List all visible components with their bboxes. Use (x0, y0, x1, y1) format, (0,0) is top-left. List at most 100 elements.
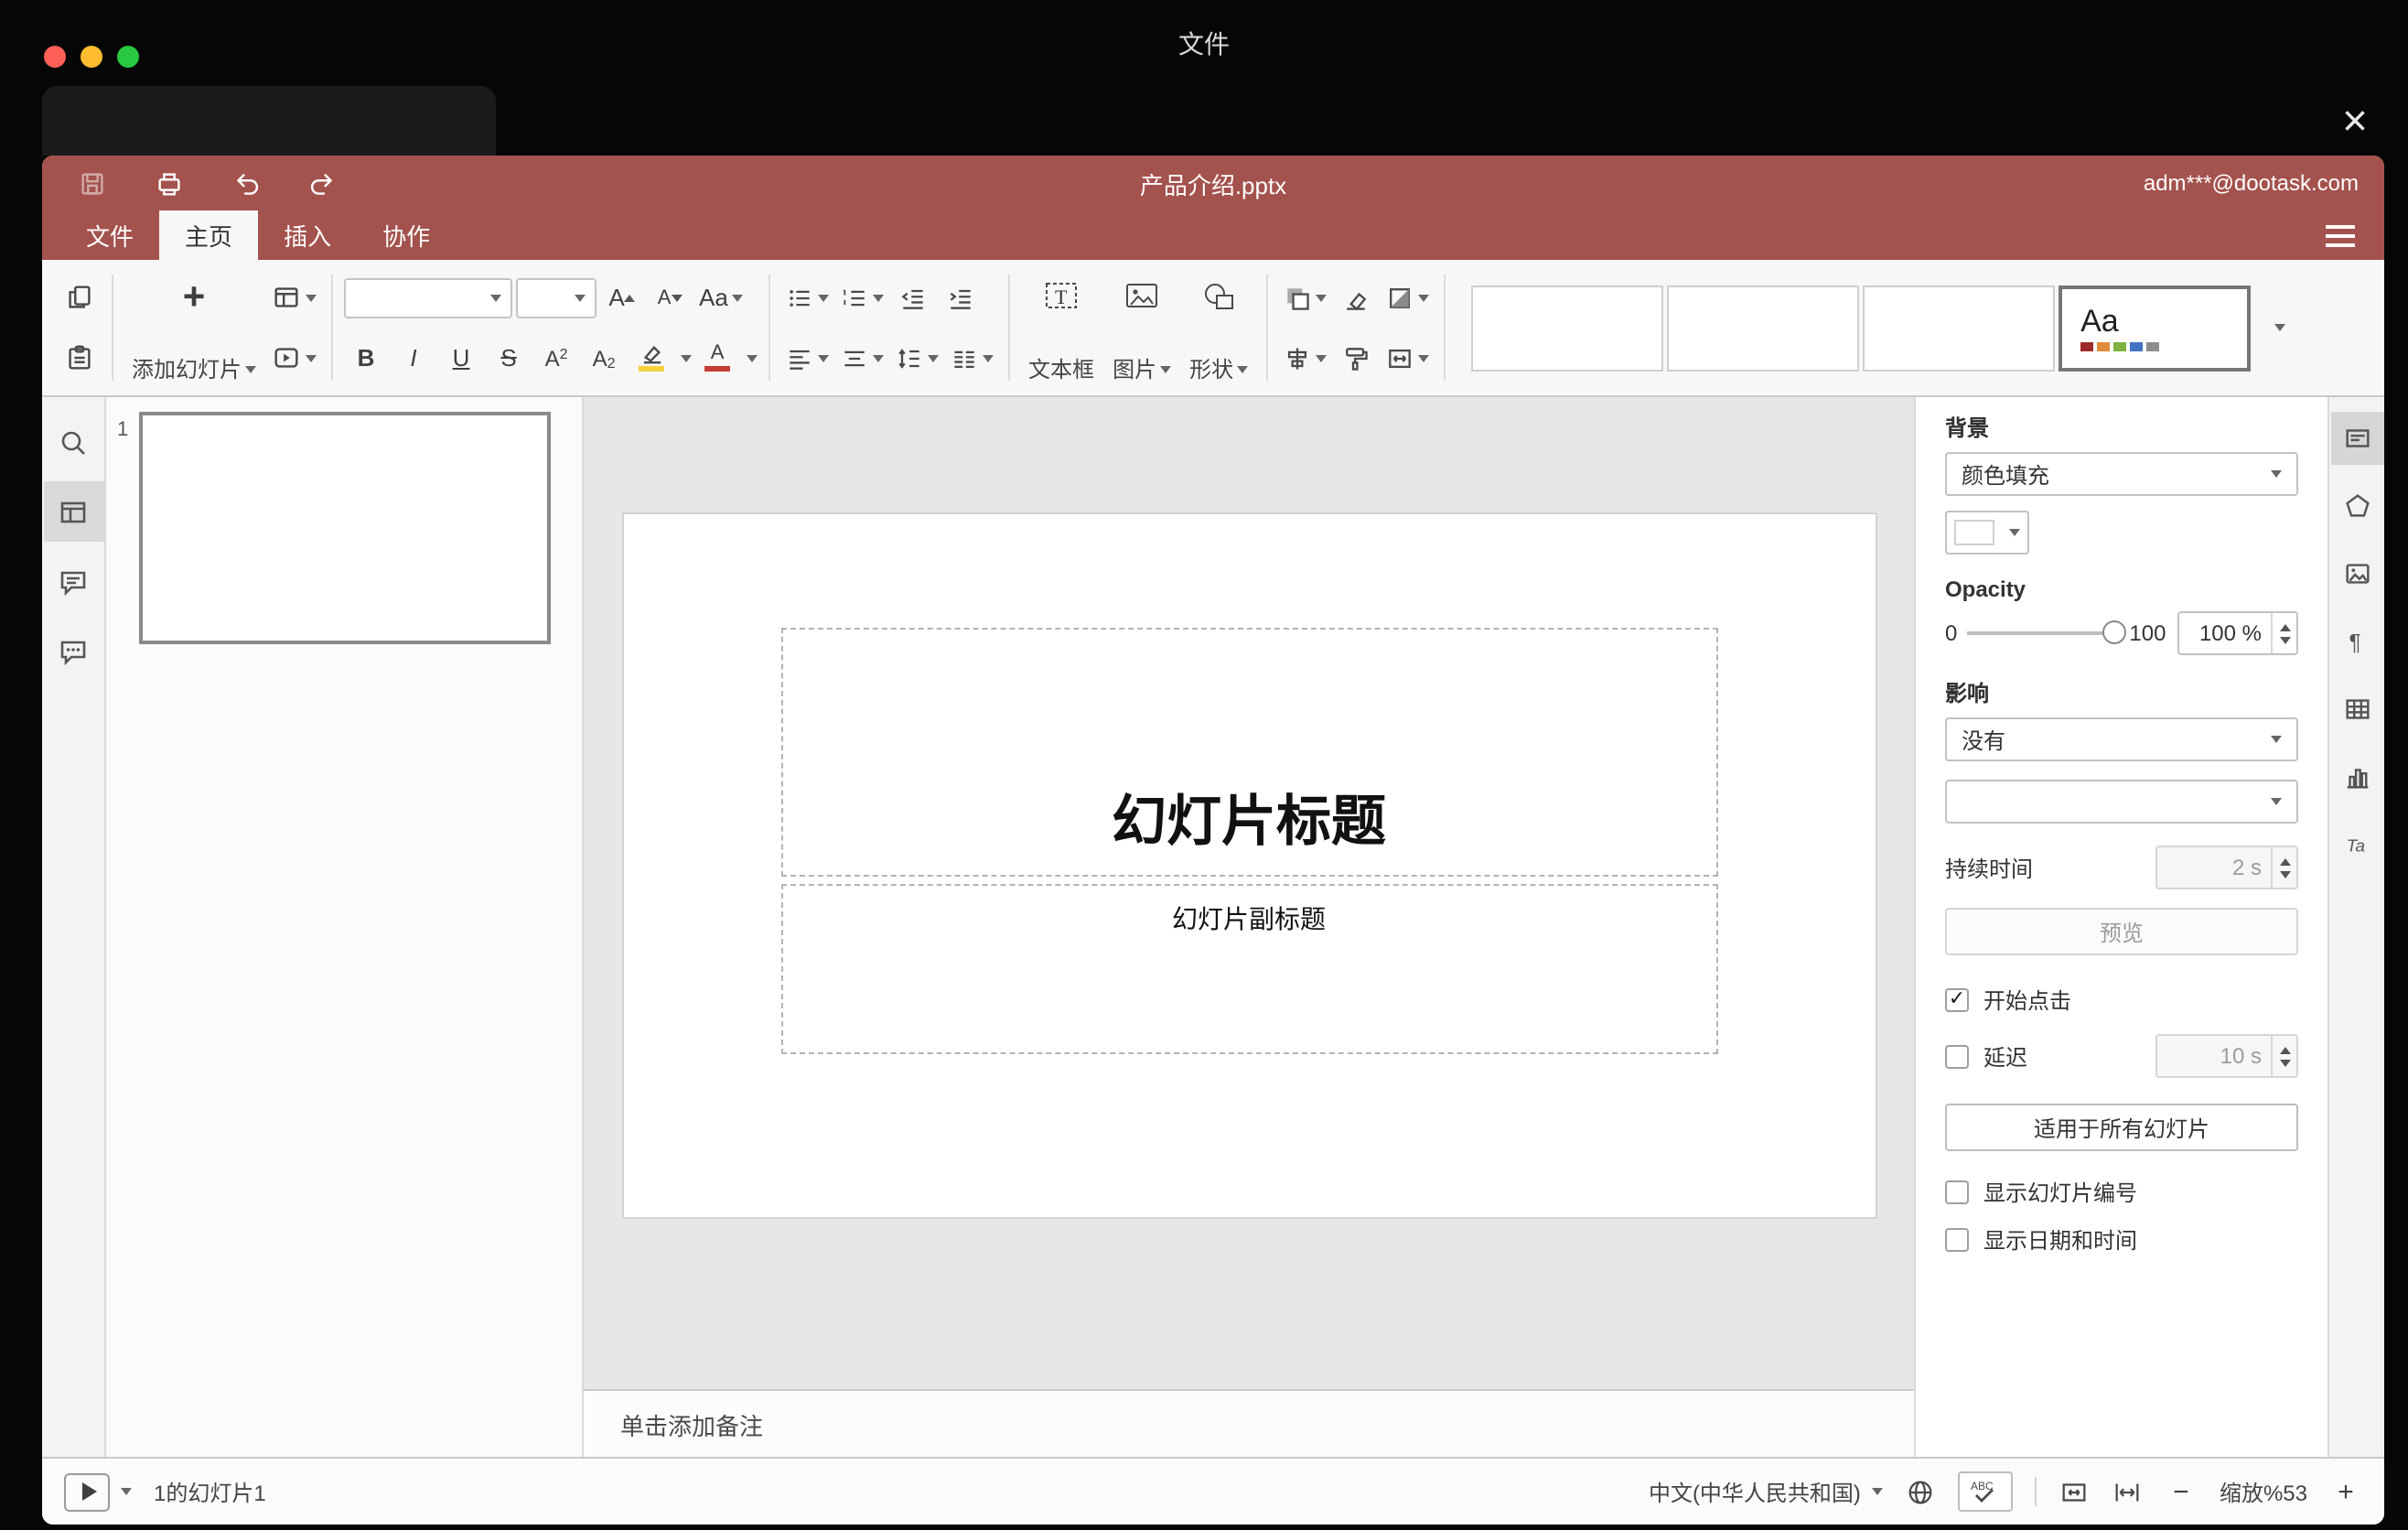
save-icon[interactable] (71, 163, 112, 203)
slide-size-icon[interactable] (1381, 334, 1433, 382)
spellcheck-icon[interactable]: ABC (1957, 1471, 2013, 1512)
tab-collaboration[interactable]: 协作 (357, 210, 456, 260)
spin-up-icon[interactable] (2279, 623, 2290, 630)
shape-settings-icon[interactable] (2330, 479, 2383, 533)
textart-settings-icon[interactable]: Ta (2330, 818, 2383, 871)
clipboard-group (57, 267, 101, 388)
editor-body: 1 幻灯片标题 幻灯片副标题 单击添加备注 背景 颜色填充 Opacity 0 … (42, 397, 2384, 1457)
subscript-button[interactable]: A2 (582, 334, 626, 382)
columns-icon[interactable] (946, 334, 997, 382)
change-case-icon[interactable]: Aa (695, 274, 747, 321)
opacity-value-input[interactable]: 100 % (2177, 611, 2298, 655)
increase-indent-icon[interactable] (939, 274, 983, 321)
search-icon[interactable] (43, 412, 103, 472)
slide-layout-icon[interactable] (267, 274, 320, 321)
duration-input[interactable]: 2 s (2155, 846, 2298, 889)
zoom-out-button[interactable]: − (2165, 1476, 2198, 1507)
insert-textbox-button[interactable]: T 文本框 (1021, 267, 1102, 388)
theme-option-selected[interactable]: Aa (2059, 285, 2252, 371)
delay-checkbox[interactable] (1945, 1044, 1969, 1068)
chat-feedback-icon[interactable] (43, 620, 103, 681)
arrange-shapes-icon[interactable] (1279, 274, 1330, 321)
numbering-icon[interactable] (836, 274, 887, 321)
slides-panel-icon[interactable] (43, 481, 103, 542)
increase-font-icon[interactable]: A (600, 274, 644, 321)
strikeout-button[interactable]: S (487, 334, 531, 382)
background-color-select[interactable] (1945, 511, 2029, 555)
redo-icon[interactable] (302, 163, 342, 203)
start-slideshow-status-button[interactable] (64, 1472, 132, 1511)
comments-icon[interactable] (43, 551, 103, 611)
apply-to-all-slides-button[interactable]: 适用于所有幻灯片 (1945, 1104, 2298, 1151)
decrease-indent-icon[interactable] (891, 274, 935, 321)
duration-label: 持续时间 (1945, 856, 2034, 881)
effect-select[interactable]: 没有 (1945, 717, 2298, 761)
window-title: 文件 (1178, 28, 1230, 58)
tab-insert[interactable]: 插入 (258, 210, 357, 260)
theme-option-1[interactable] (1471, 285, 1664, 371)
subtitle-placeholder[interactable]: 幻灯片副标题 (780, 884, 1717, 1054)
delay-input[interactable]: 10 s (2155, 1034, 2298, 1078)
superscript-button[interactable]: A2 (534, 334, 578, 382)
insert-image-button[interactable]: 图片 (1105, 267, 1178, 388)
tab-file[interactable]: 文件 (60, 210, 159, 260)
underline-button[interactable]: U (439, 334, 483, 382)
slide-settings-icon[interactable] (2330, 412, 2383, 465)
decrease-font-icon[interactable]: A (648, 274, 692, 321)
spin-down-icon[interactable] (2279, 870, 2290, 878)
line-spacing-icon[interactable] (891, 334, 942, 382)
spin-down-icon[interactable] (2279, 1059, 2290, 1066)
tab-home[interactable]: 主页 (159, 210, 259, 260)
font-color-button[interactable]: A (695, 334, 739, 382)
theme-option-3[interactable] (1863, 285, 2056, 371)
start-slideshow-icon[interactable] (267, 334, 320, 382)
paste-icon[interactable] (57, 334, 101, 382)
effect-type-select[interactable] (1945, 780, 2298, 824)
table-settings-icon[interactable] (2330, 683, 2383, 736)
paragraph-settings-icon[interactable]: ¶ (2330, 615, 2383, 668)
clear-style-icon[interactable] (1334, 274, 1378, 321)
start-on-click-checkbox[interactable]: ✓ (1945, 988, 1969, 1012)
spin-up-icon[interactable] (2279, 857, 2290, 865)
undo-icon[interactable] (225, 163, 265, 203)
font-size-select[interactable] (516, 277, 597, 318)
highlight-color-button[interactable] (629, 334, 673, 382)
chart-settings-icon[interactable] (2330, 750, 2383, 803)
align-shapes-icon[interactable] (1279, 334, 1330, 382)
language-select[interactable]: 中文(中华人民共和国) (1649, 1476, 1883, 1507)
slide[interactable]: 幻灯片标题 幻灯片副标题 (623, 514, 1875, 1217)
menu-hamburger-icon[interactable] (2326, 210, 2355, 260)
show-slide-number-checkbox[interactable] (1945, 1180, 1969, 1204)
insert-shape-button[interactable]: 形状 (1182, 267, 1255, 388)
close-preview-icon[interactable]: × (2327, 95, 2382, 150)
fit-slide-icon[interactable] (2059, 1476, 2090, 1507)
spin-down-icon[interactable] (2279, 636, 2290, 643)
slide-thumbnail-1[interactable] (139, 412, 551, 644)
opacity-slider-knob[interactable] (2102, 620, 2126, 644)
opacity-slider[interactable] (1966, 620, 2126, 644)
italic-button[interactable]: I (392, 334, 435, 382)
image-settings-icon[interactable] (2330, 547, 2383, 600)
bold-button[interactable]: B (344, 334, 388, 382)
theme-gallery-expand-icon[interactable] (2254, 267, 2302, 388)
vertical-align-icon[interactable] (836, 334, 887, 382)
slide-canvas[interactable]: 幻灯片标题 幻灯片副标题 (584, 397, 1914, 1389)
copy-icon[interactable] (57, 274, 101, 321)
font-name-select[interactable] (344, 277, 513, 318)
spin-up-icon[interactable] (2279, 1046, 2290, 1053)
add-slide-button[interactable]: + 添加幻灯片 (124, 267, 263, 388)
notes-area[interactable]: 单击添加备注 (584, 1389, 1914, 1457)
fill-color-icon[interactable] (1381, 274, 1433, 321)
document-language-icon[interactable] (1905, 1476, 1936, 1507)
title-placeholder[interactable]: 幻灯片标题 (780, 628, 1717, 877)
background-fill-select[interactable]: 颜色填充 (1945, 452, 2298, 496)
print-icon[interactable] (148, 163, 188, 203)
fit-width-icon[interactable] (2112, 1476, 2143, 1507)
zoom-in-button[interactable]: + (2329, 1476, 2362, 1507)
copy-style-icon[interactable] (1334, 334, 1378, 382)
bullets-icon[interactable] (781, 274, 833, 321)
preview-button[interactable]: 预览 (1945, 908, 2298, 955)
show-date-time-checkbox[interactable] (1945, 1228, 1969, 1252)
horizontal-align-icon[interactable] (781, 334, 833, 382)
theme-option-2[interactable] (1667, 285, 1860, 371)
